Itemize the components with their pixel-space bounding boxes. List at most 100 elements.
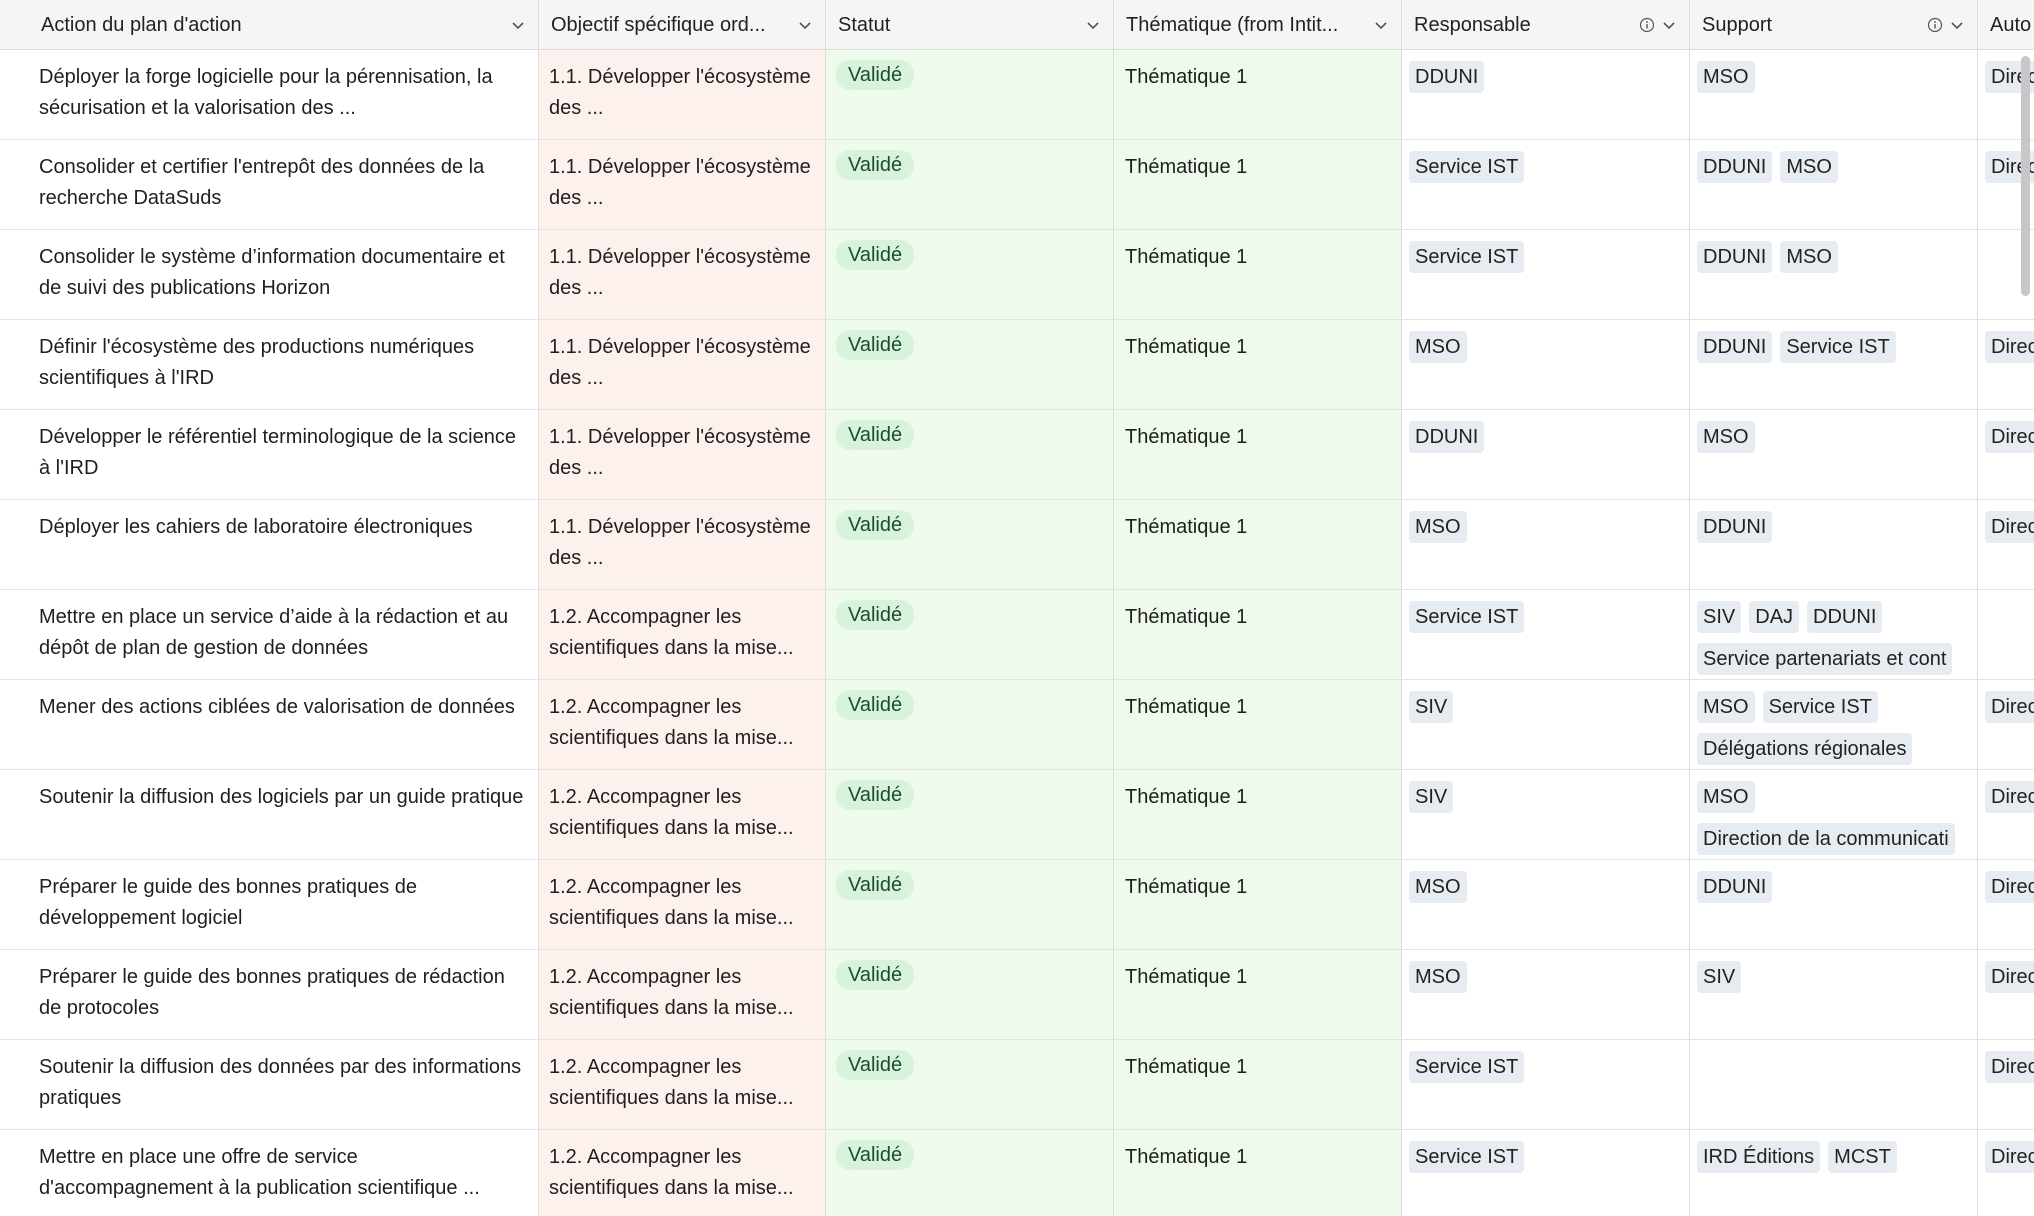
cell-support[interactable]: SIV DAJ DDUNI Service partenariats et cont [1690, 590, 1978, 679]
cell-support[interactable]: MSO Direction de la communicati [1690, 770, 1978, 859]
cell-objectif[interactable]: 1.2. Accompagner les scientifiques dans … [539, 680, 826, 769]
cell-responsable[interactable]: MSO [1402, 500, 1690, 589]
cell-action[interactable]: Soutenir la diffusion des données par de… [0, 1040, 539, 1129]
table-row[interactable]: Consolider et certifier l'entrepôt des d… [0, 140, 2034, 230]
cell-action[interactable]: Soutenir la diffusion des logiciels par … [0, 770, 539, 859]
cell-statut[interactable]: Validé [826, 1040, 1114, 1129]
chevron-down-icon[interactable] [510, 17, 526, 33]
cell-action[interactable]: Définir l'écosystème des productions num… [0, 320, 539, 409]
cell-thematique[interactable]: Thématique 1 [1114, 770, 1402, 859]
column-header-action[interactable]: Action du plan d'action [0, 0, 539, 50]
cell-thematique[interactable]: Thématique 1 [1114, 680, 1402, 769]
cell-auto[interactable]: Direc [1978, 860, 2034, 949]
cell-responsable[interactable]: MSO [1402, 860, 1690, 949]
cell-objectif[interactable]: 1.2. Accompagner les scientifiques dans … [539, 590, 826, 679]
cell-objectif[interactable]: 1.1. Développer l'écosystème des ... [539, 320, 826, 409]
cell-auto[interactable]: Direc [1978, 680, 2034, 769]
table-row[interactable]: Préparer le guide des bonnes pratiques d… [0, 860, 2034, 950]
cell-statut[interactable]: Validé [826, 50, 1114, 139]
cell-support[interactable]: IRD Éditions MCST [1690, 1130, 1978, 1216]
cell-support[interactable]: DDUNI Service IST [1690, 320, 1978, 409]
table-row[interactable]: Déployer la forge logicielle pour la pér… [0, 50, 2034, 140]
cell-thematique[interactable]: Thématique 1 [1114, 230, 1402, 319]
cell-auto[interactable]: Direc [1978, 410, 2034, 499]
cell-support[interactable]: DDUNI MSO [1690, 140, 1978, 229]
cell-auto[interactable] [1978, 590, 2034, 679]
table-row[interactable]: Mettre en place un service d’aide à la r… [0, 590, 2034, 680]
cell-support[interactable]: MSO Service IST Délégations régionales [1690, 680, 1978, 769]
cell-action[interactable]: Préparer le guide des bonnes pratiques d… [0, 950, 539, 1039]
cell-action[interactable]: Développer le référentiel terminologique… [0, 410, 539, 499]
info-icon[interactable] [1927, 17, 1943, 33]
cell-support[interactable]: DDUNI [1690, 860, 1978, 949]
column-header-support[interactable]: Support [1690, 0, 1978, 50]
cell-responsable[interactable]: Service IST [1402, 1130, 1690, 1216]
cell-objectif[interactable]: 1.2. Accompagner les scientifiques dans … [539, 860, 826, 949]
cell-statut[interactable]: Validé [826, 680, 1114, 769]
cell-action[interactable]: Mettre en place un service d’aide à la r… [0, 590, 539, 679]
cell-action[interactable]: Mener des actions ciblées de valorisatio… [0, 680, 539, 769]
table-row[interactable]: Déployer les cahiers de laboratoire élec… [0, 500, 2034, 590]
table-row[interactable]: Développer le référentiel terminologique… [0, 410, 2034, 500]
cell-responsable[interactable]: DDUNI [1402, 50, 1690, 139]
column-header-auto[interactable]: Auto [1978, 0, 2034, 50]
cell-statut[interactable]: Validé [826, 860, 1114, 949]
cell-objectif[interactable]: 1.2. Accompagner les scientifiques dans … [539, 1130, 826, 1216]
table-row[interactable]: Soutenir la diffusion des données par de… [0, 1040, 2034, 1130]
cell-auto[interactable]: Direc [1978, 950, 2034, 1039]
cell-statut[interactable]: Validé [826, 590, 1114, 679]
cell-objectif[interactable]: 1.1. Développer l'écosystème des ... [539, 410, 826, 499]
cell-action[interactable]: Déployer la forge logicielle pour la pér… [0, 50, 539, 139]
cell-responsable[interactable]: Service IST [1402, 230, 1690, 319]
table-row[interactable]: Mener des actions ciblées de valorisatio… [0, 680, 2034, 770]
cell-statut[interactable]: Validé [826, 320, 1114, 409]
cell-action[interactable]: Consolider et certifier l'entrepôt des d… [0, 140, 539, 229]
cell-responsable[interactable]: Service IST [1402, 140, 1690, 229]
cell-thematique[interactable]: Thématique 1 [1114, 1130, 1402, 1216]
cell-statut[interactable]: Validé [826, 1130, 1114, 1216]
cell-thematique[interactable]: Thématique 1 [1114, 50, 1402, 139]
chevron-down-icon[interactable] [797, 17, 813, 33]
column-header-thematique[interactable]: Thématique (from Intit... [1114, 0, 1402, 50]
cell-responsable[interactable]: MSO [1402, 950, 1690, 1039]
cell-objectif[interactable]: 1.2. Accompagner les scientifiques dans … [539, 770, 826, 859]
cell-action[interactable]: Mettre en place une offre de service d'a… [0, 1130, 539, 1216]
cell-auto[interactable]: Direc [1978, 320, 2034, 409]
cell-support[interactable]: MSO [1690, 50, 1978, 139]
cell-objectif[interactable]: 1.1. Développer l'écosystème des ... [539, 230, 826, 319]
cell-auto[interactable]: Direc [1978, 500, 2034, 589]
table-row[interactable]: Définir l'écosystème des productions num… [0, 320, 2034, 410]
chevron-down-icon[interactable] [1373, 17, 1389, 33]
cell-objectif[interactable]: 1.2. Accompagner les scientifiques dans … [539, 1040, 826, 1129]
cell-objectif[interactable]: 1.1. Développer l'écosystème des ... [539, 140, 826, 229]
vertical-scrollbar[interactable] [2021, 56, 2030, 296]
cell-statut[interactable]: Validé [826, 770, 1114, 859]
cell-responsable[interactable]: SIV [1402, 680, 1690, 769]
cell-auto[interactable]: Direc [1978, 1130, 2034, 1216]
chevron-down-icon[interactable] [1661, 17, 1677, 33]
cell-support[interactable]: DDUNI MSO [1690, 230, 1978, 319]
cell-thematique[interactable]: Thématique 1 [1114, 410, 1402, 499]
info-icon[interactable] [1639, 17, 1655, 33]
table-row[interactable]: Consolider le système d’information docu… [0, 230, 2034, 320]
cell-responsable[interactable]: DDUNI [1402, 410, 1690, 499]
cell-auto[interactable]: Direc [1978, 1040, 2034, 1129]
cell-action[interactable]: Consolider le système d’information docu… [0, 230, 539, 319]
cell-thematique[interactable]: Thématique 1 [1114, 590, 1402, 679]
cell-action[interactable]: Déployer les cahiers de laboratoire élec… [0, 500, 539, 589]
cell-support[interactable]: DDUNI [1690, 500, 1978, 589]
cell-thematique[interactable]: Thématique 1 [1114, 500, 1402, 589]
cell-objectif[interactable]: 1.1. Développer l'écosystème des ... [539, 500, 826, 589]
cell-statut[interactable]: Validé [826, 230, 1114, 319]
cell-support[interactable] [1690, 1040, 1978, 1129]
cell-statut[interactable]: Validé [826, 410, 1114, 499]
cell-responsable[interactable]: MSO [1402, 320, 1690, 409]
chevron-down-icon[interactable] [1085, 17, 1101, 33]
cell-thematique[interactable]: Thématique 1 [1114, 140, 1402, 229]
cell-thematique[interactable]: Thématique 1 [1114, 320, 1402, 409]
cell-thematique[interactable]: Thématique 1 [1114, 950, 1402, 1039]
cell-auto[interactable]: Direc [1978, 770, 2034, 859]
cell-thematique[interactable]: Thématique 1 [1114, 1040, 1402, 1129]
cell-objectif[interactable]: 1.2. Accompagner les scientifiques dans … [539, 950, 826, 1039]
column-header-responsable[interactable]: Responsable [1402, 0, 1690, 50]
